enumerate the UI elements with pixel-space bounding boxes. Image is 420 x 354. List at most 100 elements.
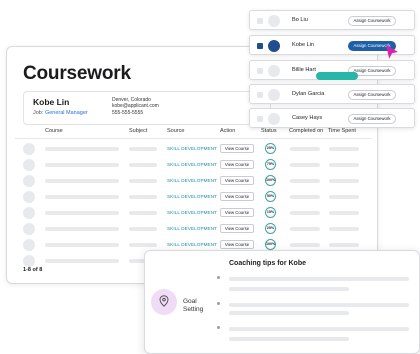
view-course-button[interactable]: View Course (220, 224, 254, 233)
status-ring: 25% (265, 143, 276, 154)
status-ring: 75% (265, 159, 276, 170)
job-prefix: Job: (33, 110, 44, 116)
view-course-button[interactable]: View Course (220, 176, 254, 185)
source-label[interactable]: SKILL DEVELOPMENT (167, 178, 217, 183)
profile-summary: Kobe Lin Job: General Manager Denver, Co… (23, 91, 271, 125)
subject-placeholder (129, 179, 157, 183)
col-subject[interactable]: Subject (129, 128, 147, 134)
assignee-name: Kobe Lin (292, 42, 315, 48)
assignee-name: Billie Hart (292, 67, 316, 73)
course-placeholder (45, 211, 119, 215)
view-course-button[interactable]: View Course (220, 240, 254, 249)
subject-placeholder (129, 147, 157, 151)
goal-label: Goal Setting (183, 298, 204, 313)
source-label[interactable]: SKILL DEVELOPMENT (167, 210, 217, 215)
assignee-name: Casey Hays (292, 115, 323, 121)
tip-bullet (217, 326, 220, 329)
assign-item[interactable]: Casey Hays Assign Coursework (249, 108, 415, 128)
subject-placeholder (129, 227, 157, 231)
source-label[interactable]: SKILL DEVELOPMENT (167, 226, 217, 231)
assign-item[interactable]: Dylan Garcia Assign Coursework (249, 84, 415, 104)
completed-placeholder (290, 163, 320, 167)
avatar (23, 191, 35, 203)
completed-placeholder (290, 195, 320, 199)
avatar (268, 65, 280, 77)
time-spent-placeholder (329, 179, 359, 183)
completed-placeholder (290, 147, 320, 151)
goal-badge[interactable] (151, 289, 177, 315)
subject-placeholder (129, 211, 157, 215)
coaching-title: Coaching tips for Kobe (229, 260, 306, 267)
table-row: SKILL DEVELOPMENT View Course 15% (7, 205, 377, 221)
view-course-button[interactable]: View Course (220, 144, 254, 153)
course-placeholder (45, 243, 119, 247)
completed-placeholder (290, 243, 320, 247)
tip-placeholder (229, 287, 349, 291)
select-checkbox[interactable] (257, 116, 263, 122)
time-spent-placeholder (329, 163, 359, 167)
page-title: Coursework (23, 63, 131, 84)
avatar (23, 239, 35, 251)
subject-placeholder (129, 195, 157, 199)
col-completed-on[interactable]: Completed on (289, 128, 323, 134)
subject-placeholder (129, 243, 157, 247)
header-divider (15, 138, 371, 139)
source-label[interactable]: SKILL DEVELOPMENT (167, 194, 217, 199)
col-source[interactable]: Source (167, 128, 184, 134)
tip-placeholder (229, 337, 349, 341)
view-course-button[interactable]: View Course (220, 160, 254, 169)
assign-coursework-button[interactable]: Assign Coursework (348, 16, 396, 26)
select-checkbox[interactable] (257, 18, 263, 24)
location-pin-icon (159, 295, 169, 307)
tip-bullet (217, 276, 220, 279)
time-spent-placeholder (329, 211, 359, 215)
tip-placeholder (229, 327, 409, 331)
table-row: SKILL DEVELOPMENTView Course 25% (7, 221, 377, 237)
col-course[interactable]: Course (45, 128, 63, 134)
subject-placeholder (129, 163, 157, 167)
source-label[interactable]: SKILL DEVELOPMENT (167, 162, 217, 167)
profile-contact: Denver, Colorado kobe@applicant.com 555-… (112, 97, 159, 116)
table-row: SKILL DEVELOPMENTView Course 25% (7, 141, 377, 157)
avatar (268, 113, 280, 125)
table-row: SKILL DEVELOPMENT View Course 100% (7, 173, 377, 189)
avatar (268, 15, 280, 27)
avatar (23, 207, 35, 219)
stage: Coursework Kobe Lin Job: General Manager… (0, 0, 420, 354)
job-role[interactable]: General Manager (45, 110, 88, 116)
view-course-button[interactable]: View Course (220, 208, 254, 217)
col-time-spent[interactable]: Time Spent (328, 128, 356, 134)
time-spent-placeholder (329, 147, 359, 151)
profile-job: Job: General Manager (33, 110, 88, 116)
status-ring: 15% (265, 207, 276, 218)
table-row: SKILL DEVELOPMENT View Course 75% (7, 157, 377, 173)
assignee-name: Bo Liu (292, 17, 308, 23)
select-checkbox[interactable] (257, 68, 263, 74)
tip-placeholder (229, 311, 349, 315)
col-action[interactable]: Action (220, 128, 235, 134)
coursework-card: Coursework Kobe Lin Job: General Manager… (6, 46, 378, 284)
profile-email: kobe@applicant.com (112, 103, 159, 110)
col-status[interactable]: Status (261, 128, 277, 134)
assign-coursework-button[interactable]: Assign Coursework (348, 90, 396, 100)
tip-placeholder (229, 303, 409, 307)
assign-coursework-button[interactable]: Assign Coursework (348, 114, 396, 124)
pagination-count: 1-8 of 8 (23, 267, 43, 273)
highlight-pill (316, 72, 358, 80)
source-label[interactable]: SKILL DEVELOPMENT (167, 146, 217, 151)
select-checkbox[interactable] (257, 43, 263, 49)
table-header: Course Subject Source Action Status Comp… (7, 128, 377, 138)
profile-name: Kobe Lin (33, 97, 70, 107)
avatar (268, 89, 280, 101)
assign-item[interactable]: Bo Liu Assign Coursework (249, 10, 415, 30)
select-checkbox[interactable] (257, 92, 263, 98)
completed-placeholder (290, 179, 320, 183)
profile-phone: 555-555-5555 (112, 109, 144, 116)
tip-placeholder (229, 277, 409, 281)
source-label[interactable]: SKILL DEVELOPMENT (167, 242, 217, 247)
status-ring: 100% (265, 175, 276, 186)
avatar (23, 143, 35, 155)
status-ring: 100% (265, 239, 276, 250)
time-spent-placeholder (329, 195, 359, 199)
view-course-button[interactable]: View Course (220, 192, 254, 201)
